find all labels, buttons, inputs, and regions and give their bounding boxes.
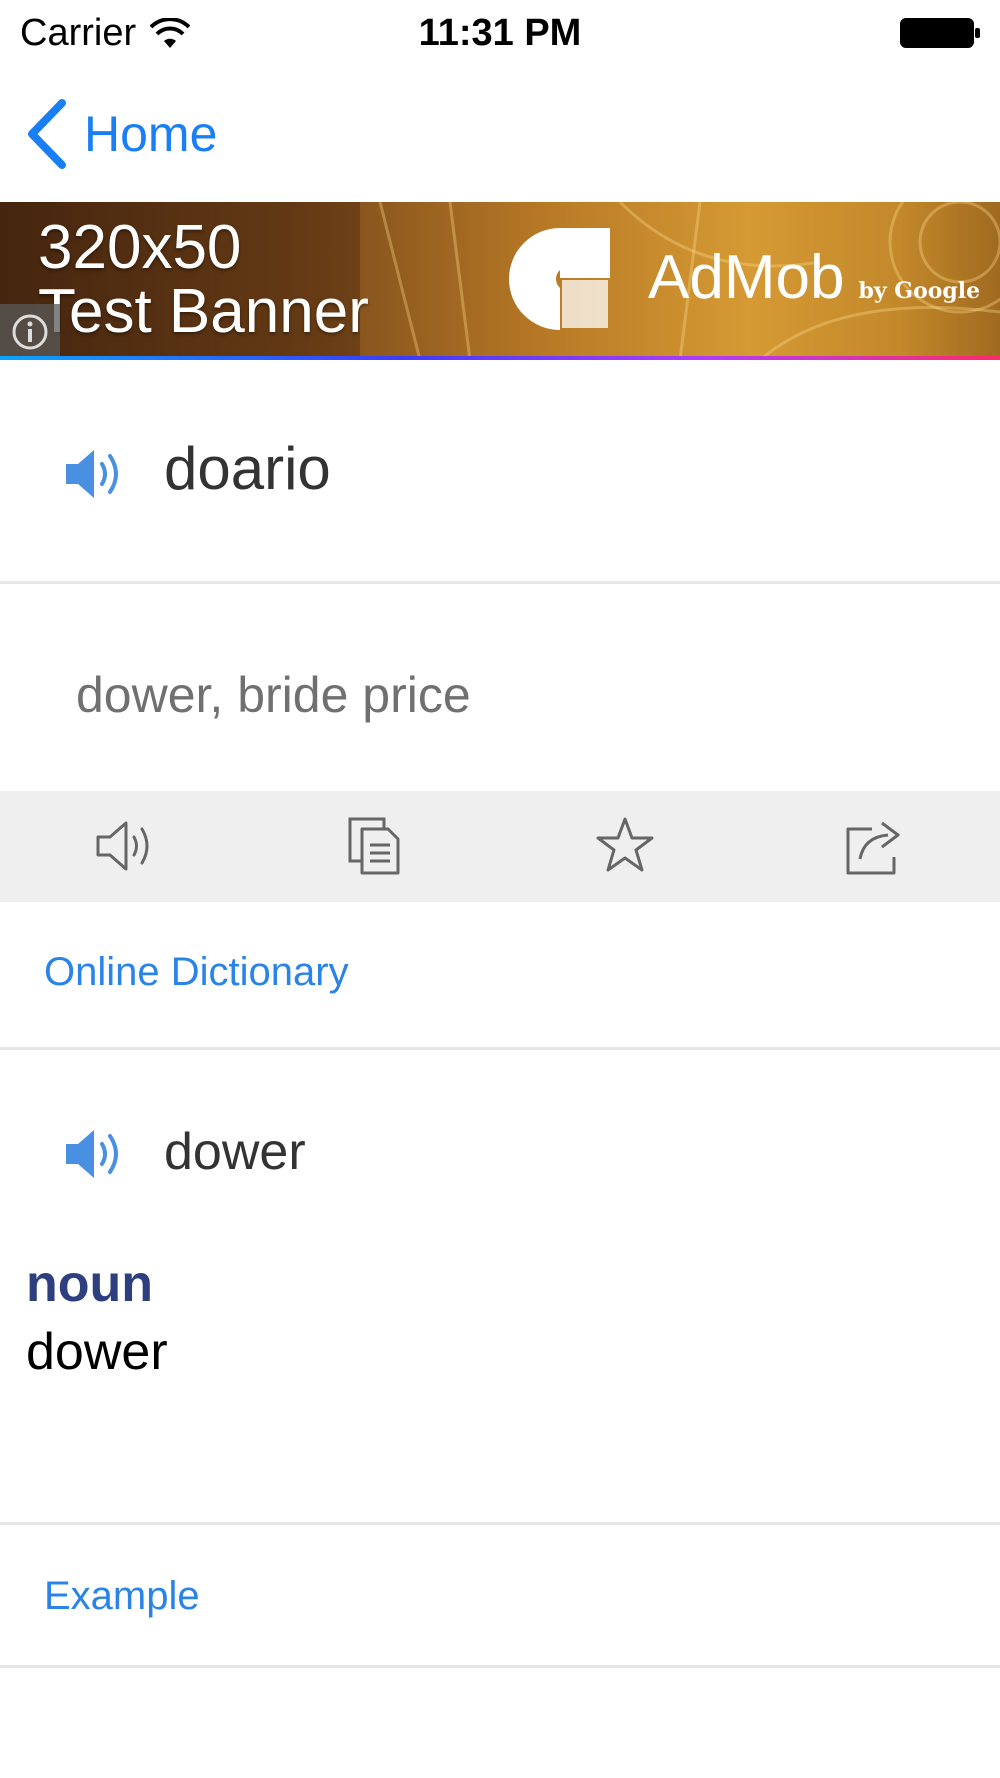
admob-brand: AdMob by Google xyxy=(648,242,980,313)
copy-icon[interactable] xyxy=(342,813,408,879)
word-text: doario xyxy=(164,435,331,502)
speaker-icon[interactable] xyxy=(64,446,128,502)
speaker-outline-icon[interactable] xyxy=(92,813,158,879)
part-of-speech: noun xyxy=(26,1255,154,1313)
navigation-bar: Home xyxy=(0,66,1000,202)
divider xyxy=(0,1522,1000,1525)
admob-by-google: by Google xyxy=(858,278,981,304)
share-icon[interactable] xyxy=(842,813,908,879)
ad-line-1: 320x50 xyxy=(38,213,242,282)
action-toolbar xyxy=(0,791,1000,902)
ad-line-2: Test Banner xyxy=(38,277,369,346)
star-icon[interactable] xyxy=(592,813,658,879)
word-row: doario xyxy=(0,362,1000,584)
translation-text: dower, bride price xyxy=(76,667,471,723)
example-link[interactable]: Example xyxy=(44,1574,200,1619)
divider xyxy=(0,1665,1000,1668)
admob-brand-name: AdMob xyxy=(648,243,845,312)
info-icon xyxy=(12,314,48,350)
ad-info-icon[interactable] xyxy=(0,304,60,360)
chevron-left-icon xyxy=(28,99,66,169)
ad-text: 320x50 Test Banner xyxy=(38,216,369,344)
divider xyxy=(0,1047,1000,1050)
online-dictionary-link[interactable]: Online Dictionary xyxy=(44,950,349,995)
status-time: 11:31 PM xyxy=(418,12,582,54)
admob-logo-icon xyxy=(509,228,610,330)
back-button-label: Home xyxy=(84,106,218,162)
back-button[interactable]: Home xyxy=(24,96,217,172)
ad-banner[interactable]: 320x50 Test Banner AdMob by Google xyxy=(0,202,1000,360)
dictionary-speaker-icon[interactable] xyxy=(64,1126,128,1182)
dictionary-word: dower xyxy=(164,1123,306,1181)
ad-underline xyxy=(0,356,1000,360)
definition-text: dower xyxy=(26,1323,168,1381)
status-bar: Carrier 11:31 PM xyxy=(0,0,1000,66)
battery-icon xyxy=(900,18,980,48)
